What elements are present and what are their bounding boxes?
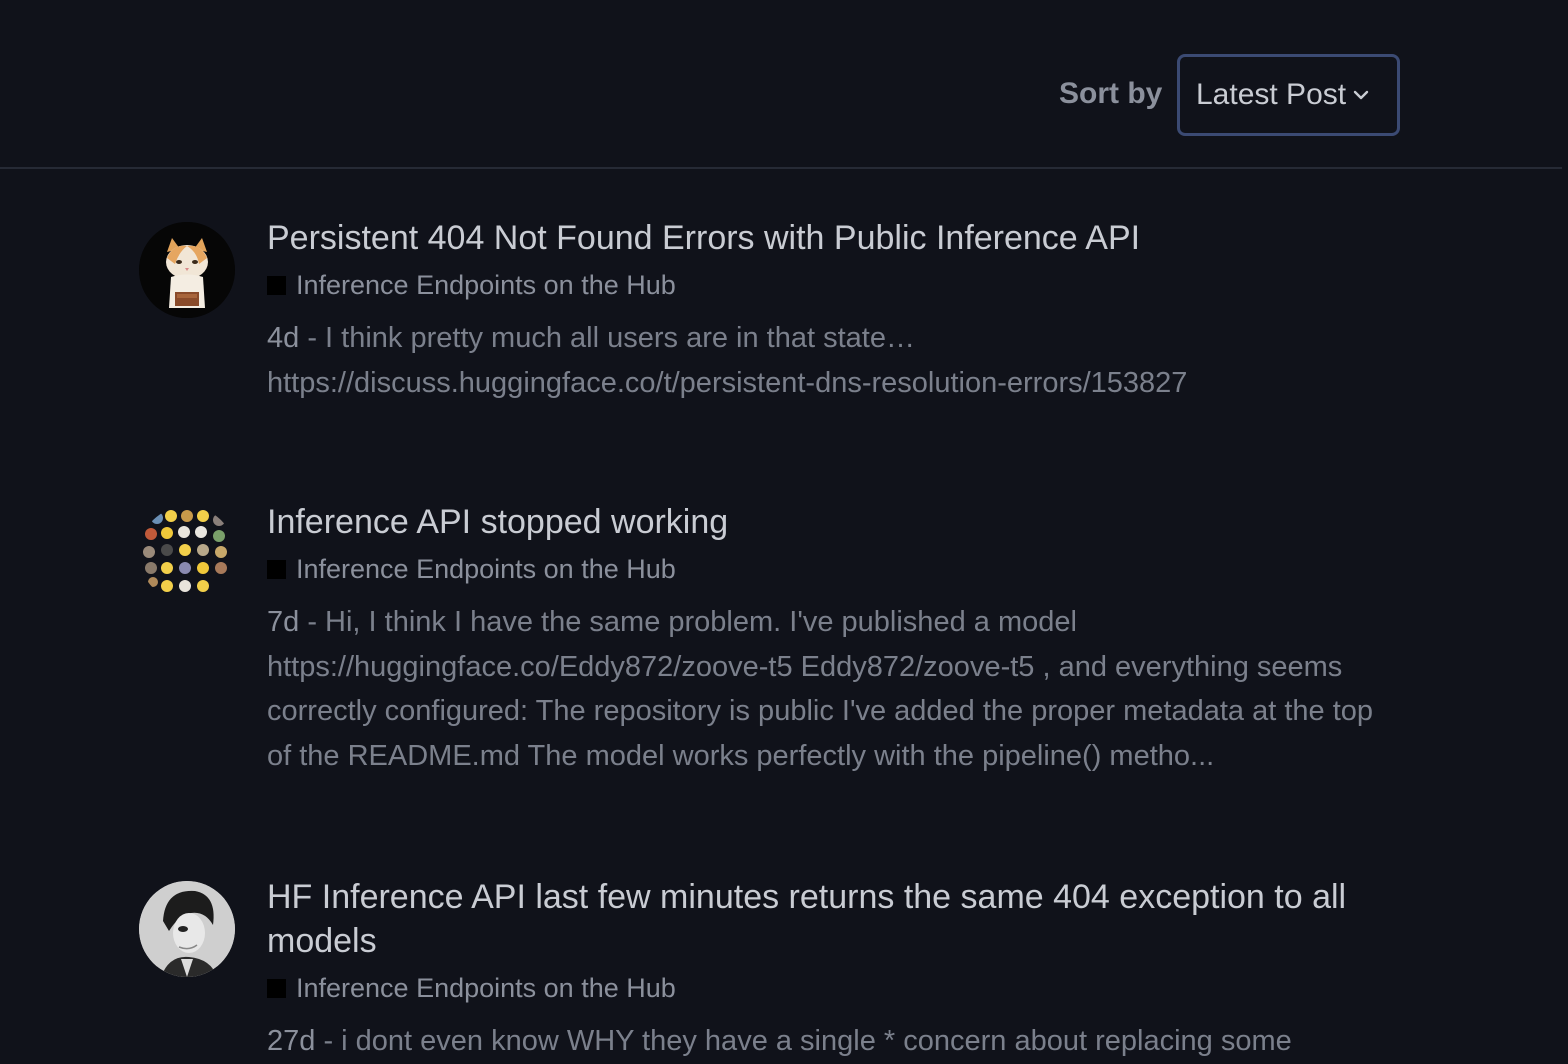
user-avatar[interactable] — [139, 222, 235, 318]
chevron-down-icon — [1353, 90, 1369, 100]
topic-category[interactable]: Inference Endpoints on the Hub — [267, 969, 1397, 1007]
sort-select-value: Latest Post — [1196, 78, 1347, 111]
topic-title-link[interactable]: HF Inference API last few minutes return… — [267, 875, 1397, 963]
age-separator: - — [299, 322, 326, 354]
emoji-grid-avatar-icon — [143, 510, 227, 592]
topic-excerpt: 7d - Hi, I think I have the same problem… — [267, 600, 1397, 778]
category-badge — [267, 559, 286, 579]
topic-category[interactable]: Inference Endpoints on the Hub — [267, 550, 1397, 588]
category-name: Inference Endpoints on the Hub — [296, 269, 676, 300]
topic-category[interactable]: Inference Endpoints on the Hub — [267, 266, 1397, 304]
user-avatar[interactable] — [139, 881, 235, 977]
category-badge — [267, 275, 286, 295]
topic-age: 27d — [267, 1025, 316, 1057]
category-name: Inference Endpoints on the Hub — [296, 553, 676, 584]
category-badge — [267, 978, 286, 998]
category-name: Inference Endpoints on the Hub — [296, 972, 676, 1003]
portrait-avatar-icon — [139, 881, 235, 977]
age-separator: - — [315, 1025, 342, 1057]
excerpt-text: Hi, I think I have the same problem. I'v… — [267, 606, 1374, 772]
age-separator: - — [299, 606, 326, 638]
excerpt-text: i dont even know WHY they have a single … — [341, 1025, 1292, 1057]
topic-title-link[interactable]: Persistent 404 Not Found Errors with Pub… — [267, 216, 1397, 260]
topic-excerpt: 4d - I think pretty much all users are i… — [267, 316, 1397, 405]
sort-by-label: Sort by — [1059, 77, 1163, 110]
sort-select[interactable]: Latest Post — [1177, 54, 1400, 136]
user-avatar[interactable] — [139, 506, 235, 602]
topic-age: 4d — [267, 322, 300, 354]
topic-age: 7d — [267, 606, 300, 638]
excerpt-text: I think pretty much all users are in tha… — [267, 322, 1188, 399]
topic-list-header: Sort by Latest Post — [0, 0, 1562, 169]
topic-title-link[interactable]: Inference API stopped working — [267, 500, 1397, 544]
cat-avatar-icon — [139, 222, 235, 318]
topic-excerpt: 27d - i dont even know WHY they have a s… — [267, 1019, 1397, 1064]
